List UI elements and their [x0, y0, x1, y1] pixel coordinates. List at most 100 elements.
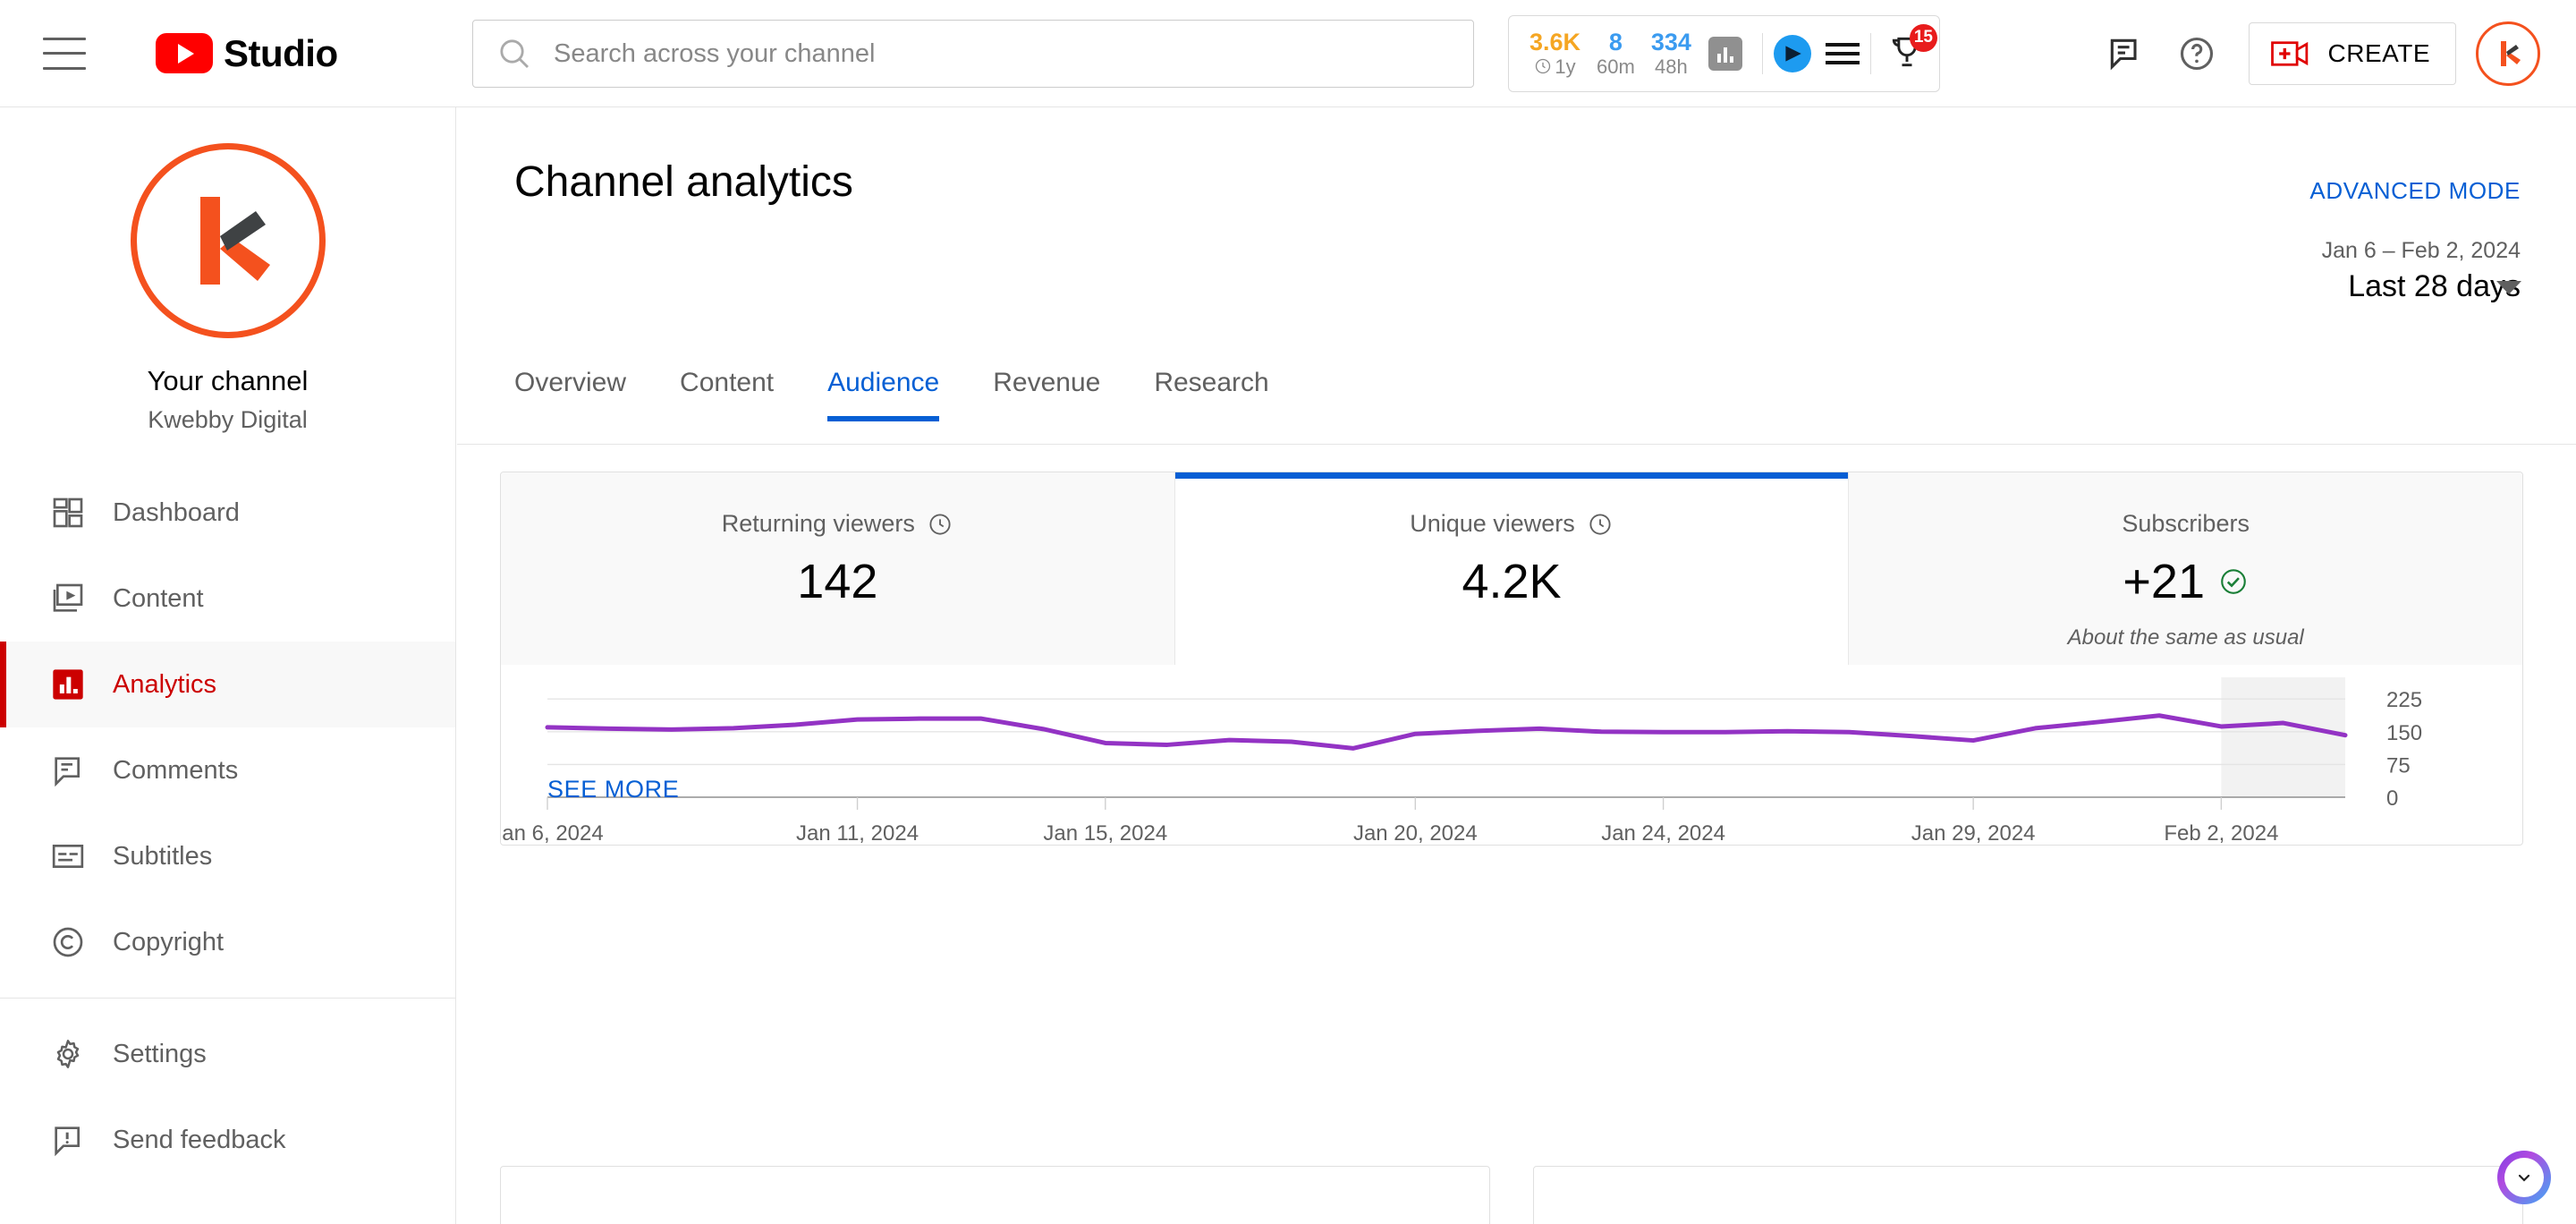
tab-content[interactable]: Content	[653, 368, 801, 421]
metric-note: About the same as usual	[2067, 625, 2304, 650]
vidiq-stat-60m: 8 60m	[1597, 30, 1635, 78]
see-more-link[interactable]: SEE MORE	[547, 776, 679, 803]
metric-card-subscribers[interactable]: Subscribers +21 About the same as usual	[1849, 472, 2522, 665]
bar-chart-icon[interactable]	[1707, 37, 1742, 71]
create-button-label: CREATE	[2327, 39, 2430, 67]
sidebar-item-label: Dashboard	[113, 497, 240, 527]
help-question-icon[interactable]	[2161, 18, 2233, 89]
comment-feedback-icon[interactable]	[2089, 18, 2161, 89]
vidiq-stat-sub: 48h	[1655, 55, 1688, 78]
video-plus-icon	[2270, 41, 2308, 66]
search-bar[interactable]	[472, 20, 1474, 88]
floating-assistant-widget[interactable]	[2497, 1151, 2551, 1204]
tab-revenue[interactable]: Revenue	[966, 368, 1127, 421]
metric-value: 142	[797, 555, 878, 608]
advanced-mode-link[interactable]: ADVANCED MODE	[2309, 177, 2521, 205]
sidebar-item-dashboard[interactable]: Dashboard	[0, 470, 455, 556]
sidebar-nav: Dashboard Content Analytics Comments Sub…	[0, 470, 455, 1183]
vidiq-logo-icon[interactable]	[1773, 35, 1811, 72]
tab-overview[interactable]: Overview	[514, 368, 653, 421]
sidebar-item-send-feedback[interactable]: Send feedback	[0, 1097, 455, 1183]
sidebar-item-copyright[interactable]: Copyright	[0, 899, 455, 985]
svg-text:225: 225	[2386, 688, 2422, 712]
divider	[1869, 33, 1871, 74]
page-title: Channel analytics	[514, 158, 853, 206]
search-icon	[500, 39, 530, 69]
metric-label-row: Unique viewers	[1410, 510, 1614, 538]
metric-label-row: Returning viewers	[722, 510, 953, 538]
svg-text:150: 150	[2386, 721, 2422, 745]
youtube-studio-logo[interactable]: Studio	[156, 32, 338, 75]
trophy-icon[interactable]: 15	[1887, 23, 1937, 76]
sidebar-item-label: Comments	[113, 755, 239, 785]
channel-block[interactable]: Your channel Kwebby Digital	[0, 107, 455, 434]
unique-viewers-chart[interactable]: 0 75 150 225 Jan 6, 2024 Jan 11, 2024 Jan 15, …	[501, 665, 2522, 845]
sidebar-item-settings[interactable]: Settings	[0, 1011, 455, 1097]
search-input[interactable]	[554, 38, 1473, 69]
tabs-underline	[457, 444, 2576, 445]
metric-label: Unique viewers	[1410, 510, 1575, 537]
sidebar-item-label: Content	[113, 583, 204, 613]
clock-icon	[1589, 513, 1611, 535]
vidiq-stat-views: 3.6K 1y	[1530, 30, 1580, 78]
sidebar-item-label: Copyright	[113, 927, 225, 956]
feedback-exclaim-icon	[47, 1122, 89, 1158]
tab-audience[interactable]: Audience	[801, 368, 966, 421]
sidebar-item-label: Send feedback	[113, 1125, 286, 1154]
metric-panel: Returning viewers 142 Unique viewers 4.2…	[500, 472, 2523, 846]
vidiq-stat-value: 8	[1608, 29, 1623, 56]
svg-text:Jan 6, 2024: Jan 6, 2024	[501, 821, 604, 846]
date-range-preset: Last 28 days	[2348, 269, 2521, 303]
metric-value-row: +21	[2123, 554, 2249, 609]
svg-text:Jan 11, 2024: Jan 11, 2024	[796, 821, 919, 846]
date-range-value: Jan 6 – Feb 2, 2024	[2321, 238, 2521, 263]
metric-label: Subscribers	[2122, 510, 2250, 537]
content-video-icon	[47, 581, 89, 616]
comments-bubble-icon	[47, 752, 89, 788]
sidebar: Your channel Kwebby Digital Dashboard Co…	[0, 107, 456, 1224]
clock-icon	[929, 513, 951, 535]
sidebar-item-label: Analytics	[113, 669, 217, 699]
metric-cards: Returning viewers 142 Unique viewers 4.2…	[501, 472, 2522, 665]
sidebar-item-label: Subtitles	[113, 841, 213, 871]
svg-text:Feb 2, 2024: Feb 2, 2024	[2164, 821, 2278, 846]
dashboard-grid-icon	[47, 495, 89, 531]
vidiq-stat-48h: 334 48h	[1651, 30, 1691, 78]
top-bar: Studio 3.6K 1y 8 60m 334 48h	[0, 0, 2576, 107]
tab-research[interactable]: Research	[1127, 368, 1295, 421]
analytics-tabs: Overview Content Audience Revenue Resear…	[514, 368, 1296, 421]
card-videos-growing-audience[interactable]: Videos growing your audience Last 90 day…	[500, 1166, 1490, 1224]
metric-value: 4.2K	[1462, 555, 1562, 608]
metric-label: Returning viewers	[721, 510, 915, 537]
subtitles-icon	[47, 838, 89, 874]
top-actions: CREATE	[2089, 0, 2540, 107]
trophy-badge-count: 15	[1909, 23, 1937, 52]
sidebar-item-content[interactable]: Content	[0, 556, 455, 642]
studio-wordmark: Studio	[224, 31, 338, 74]
main-content: Channel analytics ADVANCED MODE Jan 6 – …	[457, 108, 2576, 1224]
vidiq-stat-value: 334	[1650, 29, 1691, 56]
sidebar-item-analytics[interactable]: Analytics	[0, 642, 455, 727]
sidebar-item-comments[interactable]: Comments	[0, 727, 455, 813]
copyright-icon	[47, 924, 89, 960]
clock-icon	[1536, 58, 1551, 74]
metric-value: +21	[2123, 555, 2205, 608]
metric-card-unique-viewers[interactable]: Unique viewers 4.2K	[1174, 472, 1850, 665]
svg-text:Jan 20, 2024: Jan 20, 2024	[1353, 821, 1478, 846]
analytics-bars-icon	[47, 667, 89, 702]
hamburger-icon[interactable]	[43, 37, 86, 70]
date-range-selector[interactable]: Jan 6 – Feb 2, 2024 Last 28 days	[2322, 238, 2521, 304]
chart-canvas: 0 75 150 225 Jan 6, 2024 Jan 11, 2024 Jan 15, …	[501, 677, 2422, 846]
vidiq-widget[interactable]: 3.6K 1y 8 60m 334 48h 15	[1508, 15, 1940, 92]
vidiq-stat-sub: 60m	[1597, 55, 1635, 78]
bottom-cards: Videos growing your audience Last 90 day…	[500, 1166, 2523, 1224]
svg-text:Jan 24, 2024: Jan 24, 2024	[1601, 821, 1725, 846]
create-button[interactable]: CREATE	[2248, 22, 2456, 85]
card-channels-audience-watches[interactable]: Channels your audience watches Last 28 d…	[1533, 1166, 2523, 1224]
metric-card-returning-viewers[interactable]: Returning viewers 142	[501, 472, 1175, 665]
menu-lines-icon[interactable]	[1825, 43, 1860, 64]
vidiq-stat-sub-label: 1y	[1555, 55, 1576, 78]
sidebar-item-subtitles[interactable]: Subtitles	[0, 813, 455, 899]
gear-icon	[47, 1036, 89, 1072]
channel-avatar-k[interactable]	[2476, 21, 2540, 86]
